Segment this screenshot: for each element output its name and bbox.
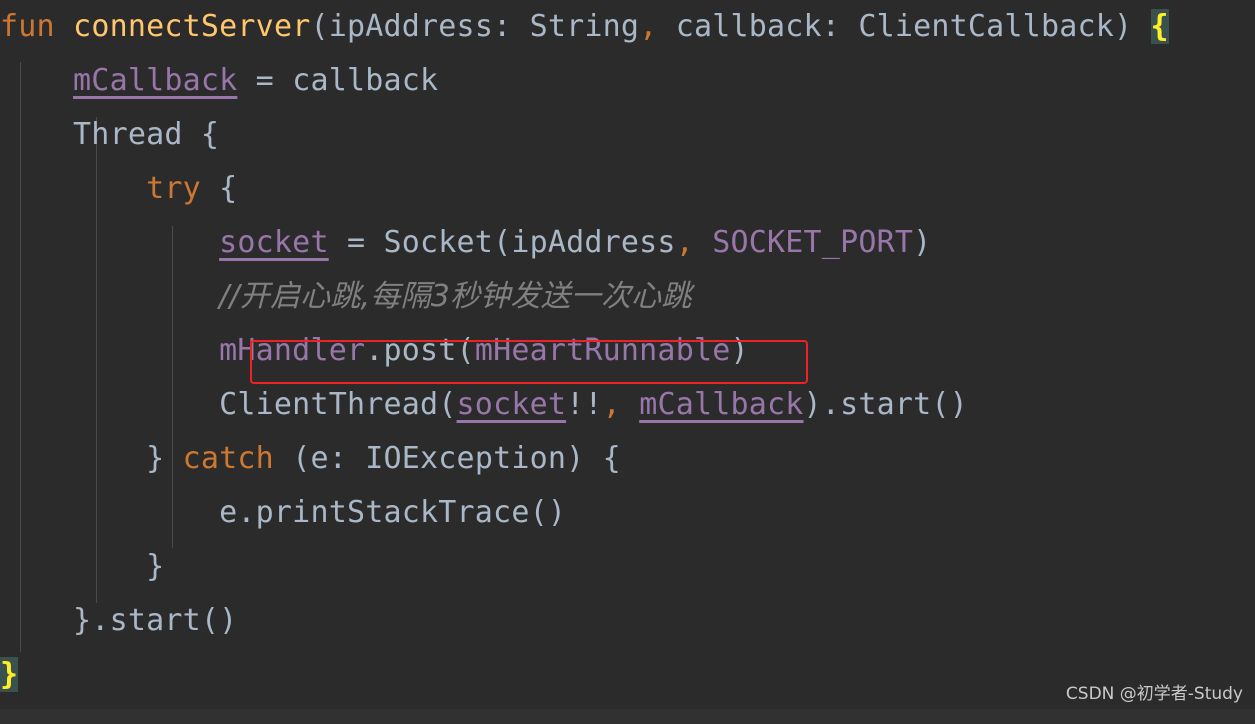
code-token: SOCKET_PORT xyxy=(712,225,914,260)
code-line[interactable]: fun connectServer(ipAddress: String, cal… xyxy=(0,0,1255,54)
code-token: e.printStackTrace() xyxy=(0,495,567,530)
code-token: { xyxy=(200,171,238,206)
code-token: (ipAddress: String xyxy=(310,9,640,44)
code-token: ClientThread( xyxy=(0,387,457,422)
code-line[interactable]: socket = Socket(ipAddress, SOCKET_PORT) xyxy=(0,216,1255,270)
watermark: CSDN @初学者-Study xyxy=(1065,684,1243,704)
code-token: mCallback xyxy=(73,63,238,98)
code-token: (e: IOException) { xyxy=(273,441,621,476)
code-token: mCallback xyxy=(639,387,804,422)
code-token: callback: ClientCallback) xyxy=(657,9,1151,44)
code-token: Thread { xyxy=(0,117,220,152)
code-token: catch xyxy=(182,441,274,476)
code-line[interactable]: } catch (e: IOException) { xyxy=(0,432,1255,486)
code-token: fun xyxy=(0,9,55,44)
code-token: , xyxy=(639,9,658,44)
code-line[interactable]: mHandler.post(mHeartRunnable) xyxy=(0,324,1255,378)
code-token: } xyxy=(0,657,19,692)
code-token: .post( xyxy=(365,333,475,368)
code-token: socket xyxy=(456,387,567,422)
code-token: mHeartRunnable xyxy=(474,333,731,368)
code-token: }.start() xyxy=(0,603,238,638)
code-token: { xyxy=(1150,9,1169,44)
code-token: //开启心跳,每隔3秒钟发送一次心跳 xyxy=(219,279,692,314)
code-token: ).start() xyxy=(803,387,968,422)
code-content[interactable]: fun connectServer(ipAddress: String, cal… xyxy=(0,0,1255,702)
code-token: } xyxy=(0,549,165,584)
code-line[interactable]: Thread { xyxy=(0,108,1255,162)
code-token: try xyxy=(146,171,201,206)
code-token: = callback xyxy=(237,63,439,98)
editor-bottom-strip xyxy=(0,709,1255,724)
code-line[interactable]: ClientThread(socket!!, mCallback).start(… xyxy=(0,378,1255,432)
code-line[interactable]: e.printStackTrace() xyxy=(0,486,1255,540)
code-token: mHandler xyxy=(219,333,366,368)
code-token: !! xyxy=(566,387,603,422)
code-token: socket xyxy=(219,225,329,260)
code-token: connectServer xyxy=(73,9,311,44)
code-token: ) xyxy=(913,225,932,260)
code-token: } xyxy=(0,441,183,476)
code-token: ) xyxy=(730,333,749,368)
code-line[interactable]: try { xyxy=(0,162,1255,216)
code-line[interactable]: mCallback = callback xyxy=(0,54,1255,108)
code-token: = Socket(ipAddress xyxy=(328,225,676,260)
code-token: , xyxy=(675,225,694,260)
code-line[interactable]: //开启心跳,每隔3秒钟发送一次心跳 xyxy=(0,270,1255,324)
code-line[interactable]: }.start() xyxy=(0,594,1255,648)
code-line[interactable]: } xyxy=(0,540,1255,594)
code-editor: fun connectServer(ipAddress: String, cal… xyxy=(0,0,1255,724)
code-token: , xyxy=(602,387,621,422)
